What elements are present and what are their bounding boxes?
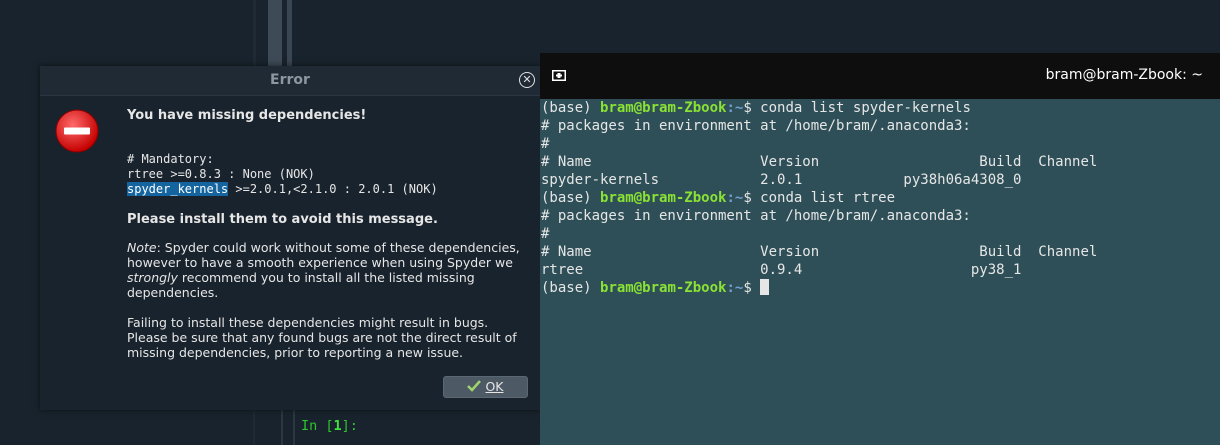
dependency-spyder-kernels: spyder_kernels >=2.0.1,<2.1.0 : 2.0.1 (N… bbox=[127, 182, 438, 196]
console-border bbox=[281, 410, 283, 445]
ok-button[interactable]: OK bbox=[443, 376, 528, 398]
terminal-line: # bbox=[541, 226, 550, 242]
failing-paragraph: Failing to install these dependencies mi… bbox=[127, 315, 517, 360]
stop-icon bbox=[55, 109, 99, 153]
dependency-rtree: rtree >=0.8.3 : None (NOK) bbox=[127, 167, 315, 181]
terminal-line: rtree 0.9.4 py38_1 bbox=[541, 262, 1022, 278]
scrollbar[interactable] bbox=[268, 0, 282, 66]
check-icon bbox=[467, 380, 482, 392]
dialog-heading: You have missing dependencies! bbox=[127, 108, 367, 123]
error-dialog: Error ✕ You have missing dependencies! #… bbox=[40, 66, 540, 410]
terminal-line: # bbox=[541, 136, 550, 152]
dialog-message: You have missing dependencies! # Mandato… bbox=[127, 108, 527, 360]
mandatory-label: # Mandatory: bbox=[127, 152, 214, 166]
terminal-cursor bbox=[760, 279, 770, 295]
terminal-line: # packages in environment at /home/bram/… bbox=[541, 118, 971, 134]
scrollbar-track bbox=[287, 0, 292, 66]
new-tab-icon[interactable] bbox=[552, 70, 566, 81]
dialog-titlebar: Error ✕ bbox=[40, 66, 540, 96]
terminal-line: spyder-kernels 2.0.1 py38h06a4308_0 bbox=[541, 172, 1022, 188]
terminal-line: # Name Version Build Channel bbox=[541, 154, 1098, 170]
terminal-line: (base) bram@bram-Zbook:~$ conda list spy… bbox=[541, 100, 971, 116]
terminal-line: # Name Version Build Channel bbox=[541, 244, 1098, 260]
terminal-line: (base) bram@bram-Zbook:~$ bbox=[541, 279, 770, 297]
terminal-titlebar: bram@bram-Zbook: ~ bbox=[540, 53, 1220, 99]
console-border bbox=[293, 410, 295, 445]
terminal-line: (base) bram@bram-Zbook:~$ conda list rtr… bbox=[541, 190, 896, 206]
ipython-console[interactable] bbox=[255, 410, 540, 445]
desktop-area bbox=[540, 0, 1220, 53]
install-instruction: Please install them to avoid this messag… bbox=[127, 212, 438, 227]
terminal-title: bram@bram-Zbook: ~ bbox=[1045, 67, 1203, 83]
dialog-title: Error bbox=[270, 72, 310, 88]
terminal-output[interactable]: (base) bram@bram-Zbook:~$ conda list spy… bbox=[540, 99, 1220, 445]
close-icon[interactable]: ✕ bbox=[519, 72, 535, 88]
console-prompt: In [1]: bbox=[301, 418, 358, 434]
selected-text[interactable]: spyder_kernels bbox=[127, 182, 229, 196]
note-paragraph: Note: Spyder could work without some of … bbox=[127, 240, 520, 300]
terminal-line: # packages in environment at /home/bram/… bbox=[541, 208, 971, 224]
